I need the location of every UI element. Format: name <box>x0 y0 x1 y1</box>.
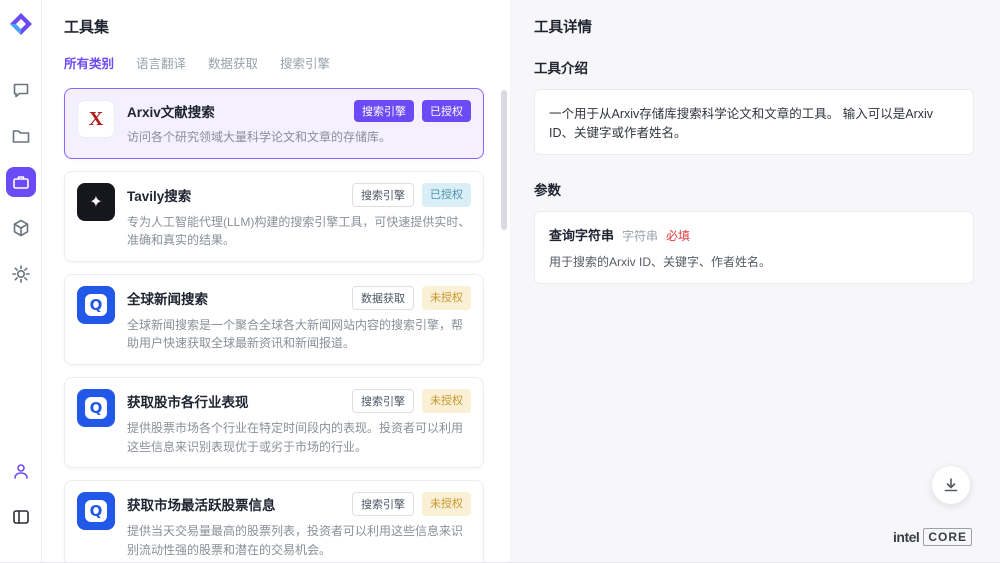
auth-status-badge: 未授权 <box>422 389 471 413</box>
intel-core-logo: intel CORE <box>893 528 972 546</box>
intel-text: intel <box>893 529 919 545</box>
news-icon: Q <box>77 389 115 427</box>
tool-description: 全球新闻搜索是一个聚合全球各大新闻网站内容的搜索引擎，帮助用户快速获取全球最新资… <box>127 316 471 353</box>
cube-icon[interactable] <box>6 213 36 243</box>
tool-detail-pane: 工具详情 工具介绍 一个用于从Arxiv存储库搜索科学论文和文章的工具。 输入可… <box>510 0 1000 562</box>
news-glyph: Q <box>85 500 107 522</box>
news-icon: Q <box>77 286 115 324</box>
category-badge: 搜索引擎 <box>352 183 414 207</box>
tool-description: 提供当天交易量最高的股票列表，投资者可以利用这些信息来识别流动性强的股票和潜在的… <box>127 522 471 559</box>
user-icon[interactable] <box>6 456 36 486</box>
app-logo-icon <box>9 12 33 41</box>
param-card: 查询字符串 字符串 必填 用于搜索的Arxiv ID、关键字、作者姓名。 <box>534 211 974 284</box>
toolbox-icon[interactable] <box>6 167 36 197</box>
download-button[interactable] <box>932 466 970 504</box>
tool-card-body: 全球新闻搜索 数据获取 未授权 全球新闻搜索是一个聚合全球各大新闻网站内容的搜索… <box>127 286 471 353</box>
tool-card-arxiv[interactable]: X Arxiv文献搜索 搜索引擎 已授权 访问各个研究领域大量科学论文和文章的存… <box>64 88 484 159</box>
arxiv-icon: X <box>77 100 115 138</box>
tab-all-categories[interactable]: 所有类别 <box>64 53 114 72</box>
tab-data-fetch[interactable]: 数据获取 <box>208 53 258 72</box>
auth-status-badge: 已授权 <box>422 183 471 207</box>
auth-status-badge: 未授权 <box>422 492 471 516</box>
tool-description: 访问各个研究领域大量科学论文和文章的存储库。 <box>127 128 471 147</box>
sidebar-toggle-icon[interactable] <box>6 502 36 532</box>
auth-status-badge: 未授权 <box>422 286 471 310</box>
params-section-title: 参数 <box>534 179 974 199</box>
category-tabs: 所有类别 语言翻译 数据获取 搜索引擎 <box>64 53 496 72</box>
app-window: 工具集 所有类别 语言翻译 数据获取 搜索引擎 X Arxiv文献搜索 搜索引擎… <box>0 0 1000 563</box>
param-name: 查询字符串 <box>549 225 614 244</box>
param-description: 用于搜索的Arxiv ID、关键字、作者姓名。 <box>549 253 959 270</box>
tool-card-body: Tavily搜索 搜索引擎 已授权 专为人工智能代理(LLM)构建的搜索引擎工具… <box>127 183 471 250</box>
tool-card-global-news[interactable]: Q 全球新闻搜索 数据获取 未授权 全球新闻搜索是一个聚合全球各大新闻网站内容的… <box>64 274 484 365</box>
tool-description: 专为人工智能代理(LLM)构建的搜索引擎工具，可快速提供实时、准确和真实的结果。 <box>127 213 471 250</box>
tool-name: 获取市场最活跃股票信息 <box>127 494 276 514</box>
left-rail <box>0 0 42 562</box>
tool-card-sector-performance[interactable]: Q 获取股市各行业表现 搜索引擎 未授权 提供股票市场各个行业在特定时间段内的表… <box>64 377 484 468</box>
list-scrollbar[interactable] <box>501 90 507 230</box>
tool-card-body: 获取市场最活跃股票信息 搜索引擎 未授权 提供当天交易量最高的股票列表，投资者可… <box>127 492 471 559</box>
tool-card-body: Arxiv文献搜索 搜索引擎 已授权 访问各个研究领域大量科学论文和文章的存储库… <box>127 100 471 147</box>
news-icon: Q <box>77 492 115 530</box>
auth-status-badge: 已授权 <box>422 100 471 122</box>
tool-card-most-active-stocks[interactable]: Q 获取市场最活跃股票信息 搜索引擎 未授权 提供当天交易量最高的股票列表，投资… <box>64 480 484 562</box>
tool-description: 提供股票市场各个行业在特定时间段内的表现。投资者可以利用这些信息来识别表现优于或… <box>127 419 471 456</box>
tool-card-body: 获取股市各行业表现 搜索引擎 未授权 提供股票市场各个行业在特定时间段内的表现。… <box>127 389 471 456</box>
core-text: CORE <box>923 528 972 546</box>
param-type: 字符串 <box>622 227 658 244</box>
param-required-badge: 必填 <box>666 227 690 244</box>
tool-name: Tavily搜索 <box>127 185 191 205</box>
tool-card-list: X Arxiv文献搜索 搜索引擎 已授权 访问各个研究领域大量科学论文和文章的存… <box>64 88 496 562</box>
tab-language-translation[interactable]: 语言翻译 <box>136 53 186 72</box>
page-title: 工具集 <box>64 16 496 37</box>
tool-name: 获取股市各行业表现 <box>127 391 249 411</box>
category-badge: 搜索引擎 <box>354 100 414 122</box>
tool-name: Arxiv文献搜索 <box>127 101 215 121</box>
tab-search-engine[interactable]: 搜索引擎 <box>280 53 330 72</box>
sparkle-icon: ✦ <box>77 183 115 221</box>
category-badge: 搜索引擎 <box>352 492 414 516</box>
tool-name: 全球新闻搜索 <box>127 288 208 308</box>
folder-icon[interactable] <box>6 121 36 151</box>
news-glyph: Q <box>85 294 107 316</box>
tool-list-pane: 工具集 所有类别 语言翻译 数据获取 搜索引擎 X Arxiv文献搜索 搜索引擎… <box>42 0 510 562</box>
chat-icon[interactable] <box>6 75 36 105</box>
intro-card: 一个用于从Arxiv存储库搜索科学论文和文章的工具。 输入可以是Arxiv ID… <box>534 89 974 155</box>
settings-gear-icon[interactable] <box>6 259 36 289</box>
intro-text: 一个用于从Arxiv存储库搜索科学论文和文章的工具。 输入可以是Arxiv ID… <box>549 107 933 140</box>
tool-card-tavily[interactable]: ✦ Tavily搜索 搜索引擎 已授权 专为人工智能代理(LLM)构建的搜索引擎… <box>64 171 484 262</box>
category-badge: 搜索引擎 <box>352 389 414 413</box>
detail-title: 工具详情 <box>534 16 974 37</box>
intro-section-title: 工具介绍 <box>534 57 974 77</box>
news-glyph: Q <box>85 397 107 419</box>
category-badge: 数据获取 <box>352 286 414 310</box>
